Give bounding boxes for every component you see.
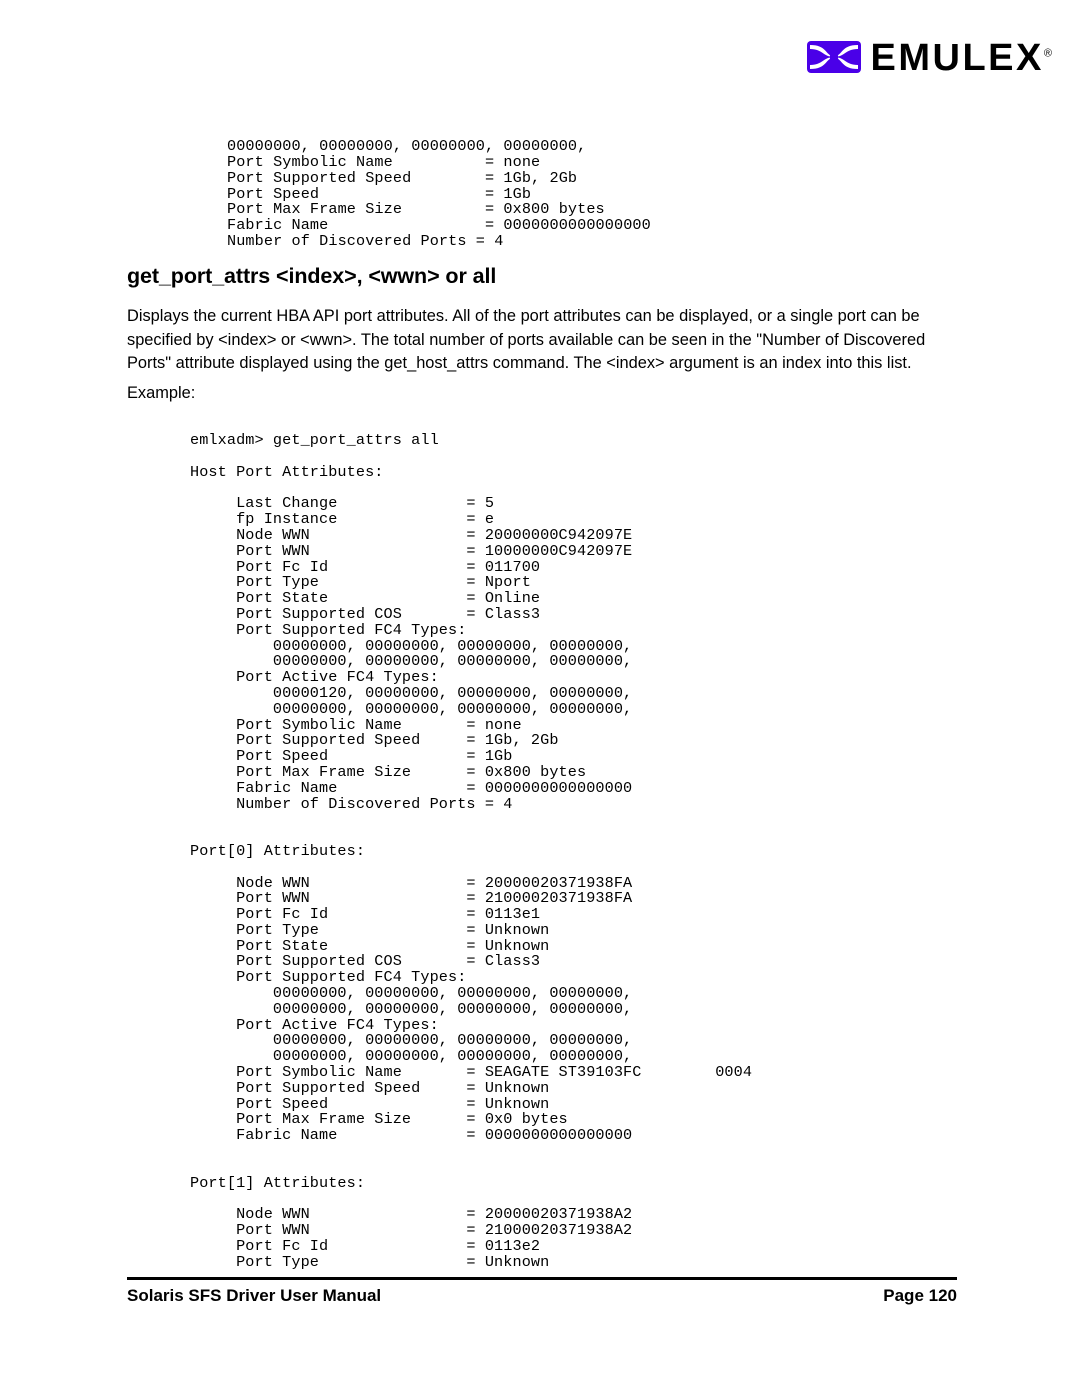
emulex-wordmark-text: EMULEX — [870, 37, 1044, 79]
page-footer: Solaris SFS Driver User Manual Page 120 — [127, 1286, 957, 1306]
example-label: Example: — [127, 384, 196, 402]
emulex-logo-icon — [806, 41, 861, 73]
console-output-example: emlxadm> get_port_attrs all Host Port At… — [190, 431, 753, 1271]
section-heading: get_port_attrs <index>, <wwn> or all — [127, 263, 497, 288]
footer-page-number: Page 120 — [883, 1286, 957, 1305]
emulex-wordmark: EMULEX® — [871, 39, 1052, 77]
footer-manual-title: Solaris SFS Driver User Manual — [127, 1286, 382, 1305]
footer-divider — [127, 1277, 957, 1280]
document-page: EMULEX® 00000000, 00000000, 00000000, 00… — [0, 0, 1080, 1397]
section-description: Displays the current HBA API port attrib… — [127, 307, 926, 372]
console-output-top: 00000000, 00000000, 00000000, 00000000, … — [227, 137, 651, 250]
registered-trademark-icon: ® — [1043, 47, 1052, 60]
emulex-logo: EMULEX® — [806, 38, 1052, 77]
